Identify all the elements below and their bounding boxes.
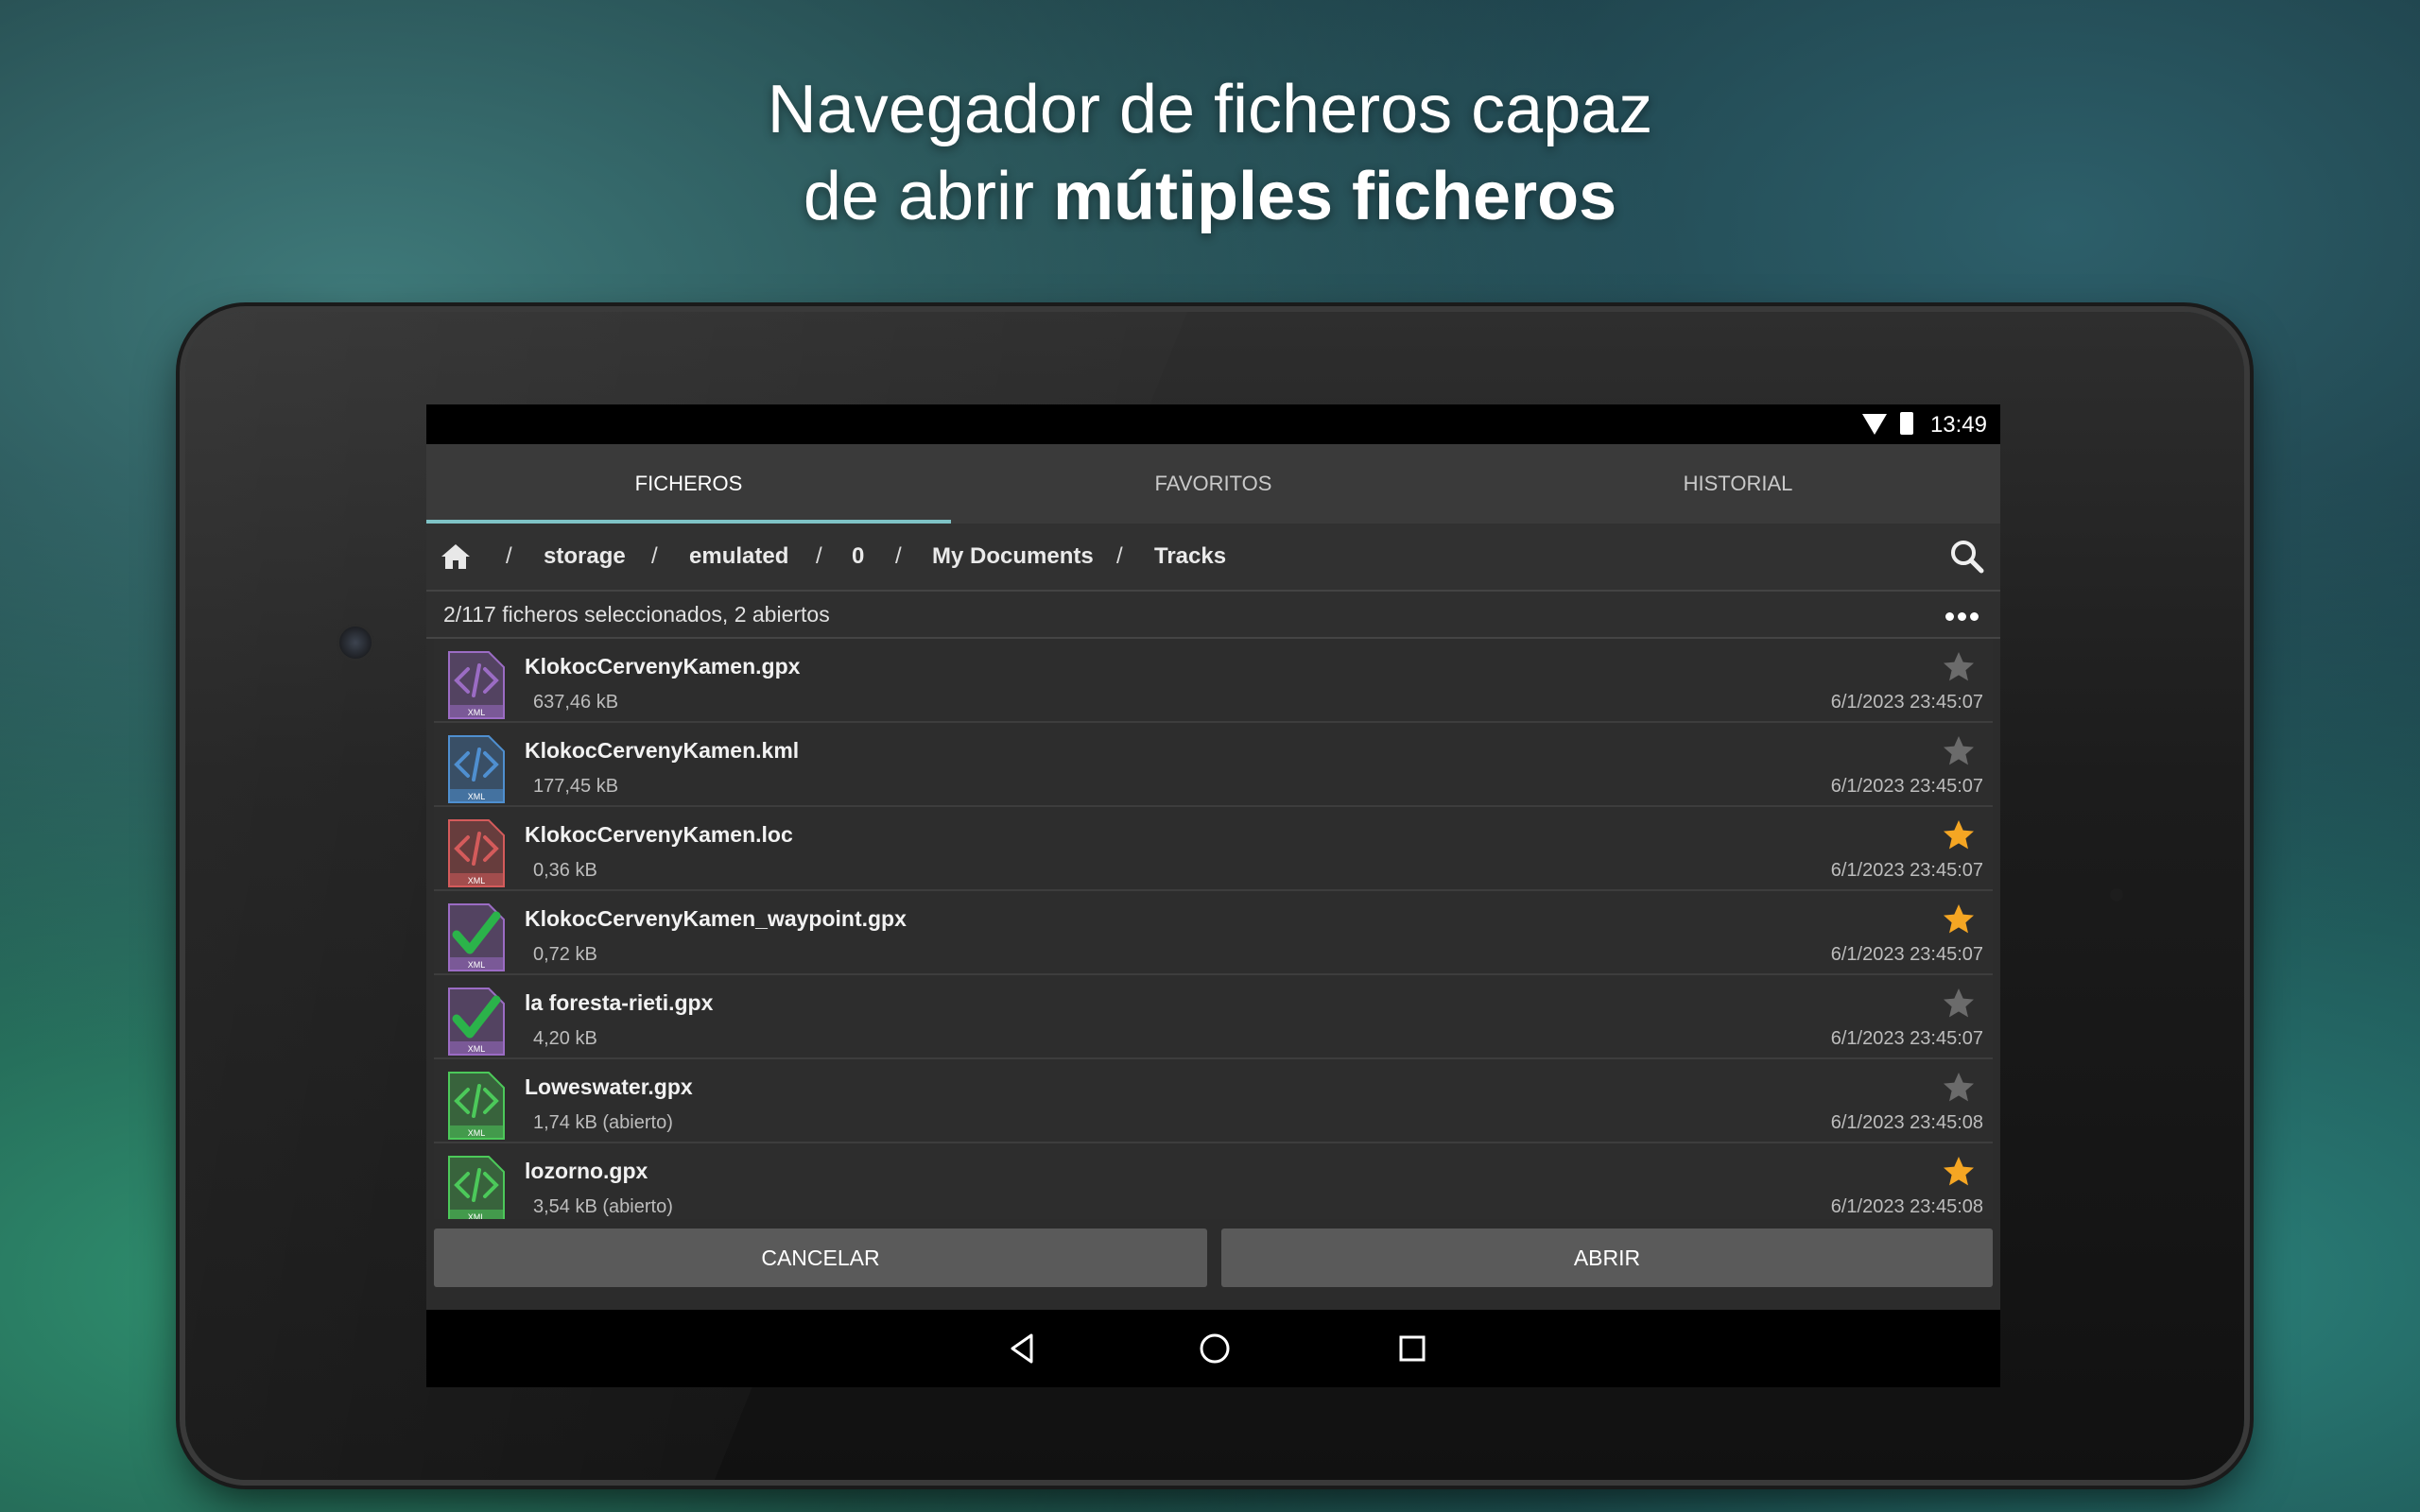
file-date: 6/1/2023 23:45:07 [1830,860,1983,881]
file-row[interactable]: XML lozorno.gpx 3,54 kB (abierto) 6/1/2023 … [434,1143,1993,1219]
tab-ficheros[interactable]: FICHEROS [426,444,951,524]
xml-file-icon[interactable]: XML [447,734,506,804]
headline-line2-bold: mútiples ficheros [1052,159,1617,234]
file-type-label: XML [468,792,486,801]
xml-file-icon[interactable]: XML [447,650,506,720]
file-date: 6/1/2023 23:45:08 [1830,1196,1983,1217]
headline-line2-prefix: de abrir [803,159,1053,234]
breadcrumb-separator: / [816,543,822,569]
headline: Navegador de ficheros capaz de abrir mút… [0,66,2420,240]
file-size: 3,54 kB (abierto) [533,1196,673,1217]
breadcrumb-item-my-documents[interactable]: My Documents [932,524,1094,590]
file-size: 0,36 kB [533,860,597,881]
file-type-label: XML [468,1212,486,1219]
file-type-label: XML [468,1128,486,1138]
breadcrumb-item-storage[interactable]: storage [544,524,626,590]
recents-icon[interactable] [1392,1329,1432,1368]
file-size: 637,46 kB [533,692,619,713]
tab-bar: FICHEROS FAVORITOS HISTORIAL [426,444,2000,524]
file-type-label: XML [468,960,486,970]
file-checked-icon[interactable]: XML [447,987,506,1057]
more-options-icon[interactable] [1945,609,1985,621]
xml-file-icon[interactable]: XML [447,818,506,888]
file-date: 6/1/2023 23:45:07 [1830,944,1983,965]
tab-historial[interactable]: HISTORIAL [1476,444,2000,524]
home-icon[interactable] [440,542,472,571]
breadcrumb: / storage / emulated / 0 / My Documents … [426,524,2000,592]
star-icon[interactable] [1942,987,1976,1021]
file-row[interactable]: XML Loweswater.gpx 1,74 kB (abierto) 6/1/20… [434,1059,1993,1143]
file-name: KlokocCervenyKamen.kml [525,738,800,763]
xml-file-icon[interactable]: XML [447,1071,506,1141]
file-row[interactable]: XML KlokocCervenyKamen_waypoint.gpx 0,72 k… [434,891,1993,975]
camera-icon [337,624,374,662]
file-size: 177,45 kB [533,776,619,797]
file-name: KlokocCervenyKamen.loc [525,822,793,847]
star-icon[interactable] [1942,650,1976,684]
file-row[interactable]: XML la foresta-rieti.gpx 4,20 kB 6/1/2023 2… [434,975,1993,1059]
search-icon[interactable] [1949,539,1985,575]
file-date: 6/1/2023 23:45:07 [1830,776,1983,797]
xml-file-icon[interactable]: XML [447,1155,506,1219]
breadcrumb-separator: / [1116,543,1123,569]
file-type-label: XML [468,708,486,717]
headline-line1: Navegador de ficheros capaz [767,72,1653,147]
cancel-button[interactable]: CANCELAR [434,1228,1207,1287]
action-bar: CANCELAR ABRIR [426,1219,2000,1293]
selection-status: 2/117 ficheros seleccionados, 2 abiertos [443,602,830,627]
file-date: 6/1/2023 23:45:07 [1830,1028,1983,1049]
wifi-icon [1862,414,1887,435]
home-nav-icon[interactable] [1195,1329,1235,1368]
file-date: 6/1/2023 23:45:07 [1830,692,1983,713]
file-row[interactable]: XML KlokocCervenyKamen.kml 177,45 kB 6/1/20… [434,723,1993,807]
breadcrumb-separator: / [895,543,902,569]
breadcrumb-item-tracks[interactable]: Tracks [1154,524,1226,590]
status-time: 13:49 [1929,412,1987,438]
selection-bar: 2/117 ficheros seleccionados, 2 abiertos [426,592,2000,639]
file-name: lozorno.gpx [525,1159,648,1183]
file-date: 6/1/2023 23:45:08 [1830,1112,1983,1133]
breadcrumb-item-emulated[interactable]: emulated [689,524,788,590]
file-name: KlokocCervenyKamen_waypoint.gpx [525,906,907,931]
file-size: 1,74 kB (abierto) [533,1112,673,1133]
breadcrumb-item-0[interactable]: 0 [852,524,864,590]
open-button[interactable]: ABRIR [1221,1228,1993,1287]
file-type-label: XML [468,876,486,885]
tab-favoritos[interactable]: FAVORITOS [951,444,1476,524]
star-filled-icon[interactable] [1942,902,1976,936]
star-icon[interactable] [1942,734,1976,768]
star-filled-icon[interactable] [1942,818,1976,852]
file-type-label: XML [468,1044,486,1054]
status-bar: 13:49 [426,404,2000,444]
headline-line2: de abrir mútiples ficheros [0,153,2420,240]
battery-icon [1900,412,1913,435]
file-size: 0,72 kB [533,944,597,965]
file-size: 4,20 kB [533,1028,597,1049]
star-icon[interactable] [1942,1071,1976,1105]
file-name: la foresta-rieti.gpx [525,990,714,1015]
back-icon[interactable] [1003,1329,1043,1368]
file-name: KlokocCervenyKamen.gpx [525,654,801,679]
file-checked-icon[interactable]: XML [447,902,506,972]
file-name: Loweswater.gpx [525,1074,693,1099]
sensor-dot [2110,888,2123,902]
breadcrumb-separator: / [651,543,658,569]
file-row[interactable]: XML KlokocCervenyKamen.loc 0,36 kB 6/1/2023… [434,807,1993,891]
star-filled-icon[interactable] [1942,1155,1976,1189]
file-row[interactable]: XML KlokocCervenyKamen.gpx 637,46 kB 6/1/20… [434,639,1993,723]
file-list: XML KlokocCervenyKamen.gpx 637,46 kB 6/1/20… [426,639,2000,1219]
breadcrumb-separator: / [506,543,512,569]
navigation-bar [426,1310,2000,1387]
app-screen: 13:49 FICHEROS FAVORITOS HISTORIAL / sto… [426,404,2000,1387]
